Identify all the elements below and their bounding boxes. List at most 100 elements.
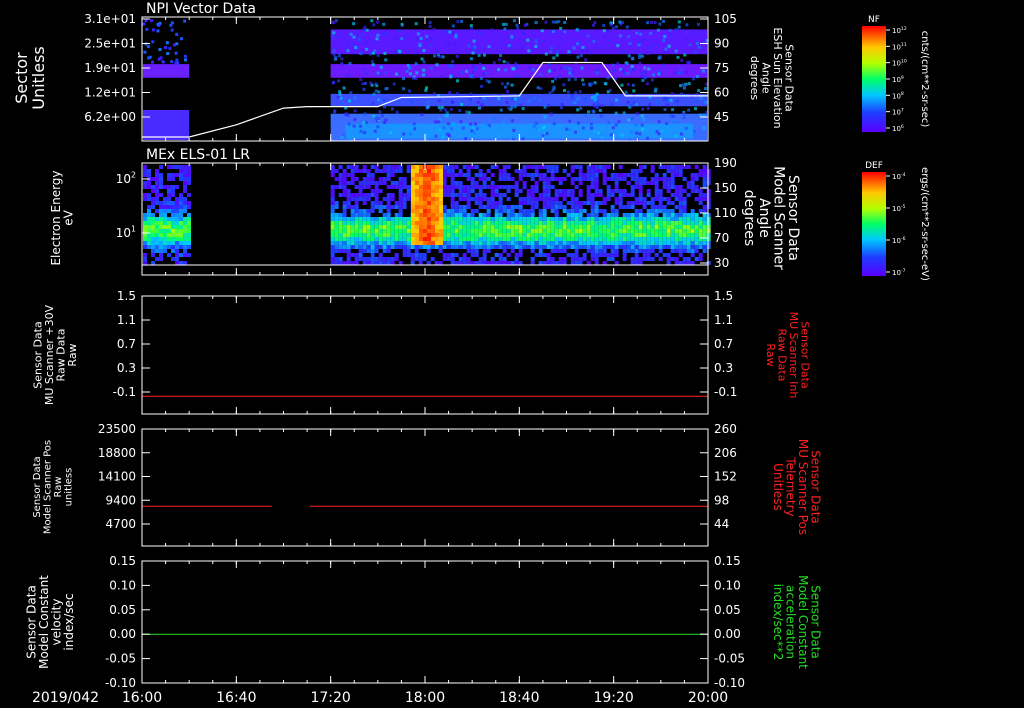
heatmap-cell	[183, 253, 187, 257]
heatmap-cell	[638, 177, 643, 181]
heatmap-cell	[642, 221, 647, 225]
heatmap-cell	[522, 245, 527, 249]
heatmap-cell	[423, 177, 427, 181]
heatmap-cell	[374, 201, 379, 205]
heatmap-cell	[183, 233, 187, 237]
heatmap-cell	[358, 213, 363, 217]
heatmap-cell	[415, 197, 419, 201]
heatmap-speck	[606, 29, 610, 33]
heatmap-cell	[143, 165, 147, 169]
heatmap-cell	[502, 165, 507, 169]
heatmap-cell	[690, 177, 695, 181]
heatmap-cell	[642, 181, 647, 185]
heatmap-cell	[382, 197, 387, 201]
heatmap-cell	[546, 177, 551, 181]
heatmap-speck	[428, 24, 432, 28]
heatmap-cell	[502, 257, 507, 261]
heatmap-speck	[669, 33, 673, 37]
heatmap-cell	[406, 193, 411, 197]
heatmap-speck	[635, 131, 639, 135]
heatmap-cell	[634, 201, 639, 205]
heatmap-cell	[478, 257, 483, 261]
heatmap-cell	[550, 233, 555, 237]
heatmap-cell	[394, 245, 399, 249]
heatmap-speck	[472, 39, 476, 43]
heatmap-cell	[470, 245, 475, 249]
heatmap-cell	[586, 233, 591, 237]
heatmap-cell	[482, 185, 487, 189]
heatmap-cell	[462, 205, 467, 209]
heatmap-cell	[490, 257, 495, 261]
time-tick-label: 18:40	[499, 690, 539, 706]
heatmap-cell	[478, 193, 483, 197]
heatmap-cell	[362, 257, 367, 261]
heatmap-cell	[427, 237, 431, 241]
heatmap-speck	[693, 130, 697, 134]
heatmap-cell	[670, 245, 675, 249]
heatmap-cell	[594, 185, 599, 189]
heatmap-cell	[382, 261, 387, 265]
heatmap-cell	[406, 225, 411, 229]
heatmap-cell	[442, 205, 447, 209]
heatmap-speck	[506, 82, 510, 86]
heatmap-cell	[706, 197, 711, 201]
heatmap-cell	[706, 229, 711, 233]
heatmap-cell	[674, 165, 679, 169]
heatmap-cell	[423, 233, 427, 237]
heatmap-cell	[466, 257, 471, 261]
heatmap-cell	[458, 221, 463, 225]
heatmap-cell	[578, 221, 583, 225]
heatmap-cell	[362, 249, 367, 253]
heatmap-cell	[594, 229, 599, 233]
heatmap-cell	[666, 221, 671, 225]
heatmap-speck	[630, 64, 634, 68]
heatmap-speck	[614, 123, 618, 127]
heatmap-cell	[439, 189, 443, 193]
heatmap-speck	[574, 91, 578, 95]
heatmap-cell	[419, 169, 423, 173]
heatmap-cell	[598, 229, 603, 233]
heatmap-cell	[147, 173, 151, 177]
heatmap-cell	[554, 261, 559, 265]
heatmap-speck	[143, 50, 147, 54]
heatmap-cell	[354, 213, 359, 217]
heatmap-cell	[187, 221, 191, 225]
heatmap-speck	[354, 46, 358, 50]
heatmap-speck	[406, 33, 410, 37]
heatmap-speck	[434, 134, 438, 138]
heatmap-cell	[698, 173, 703, 177]
heatmap-cell	[187, 181, 191, 185]
heatmap-cell	[614, 217, 619, 221]
heatmap-cell	[350, 241, 355, 245]
heatmap-speck	[433, 54, 437, 58]
heatmap-cell	[350, 237, 355, 241]
heatmap-speck	[362, 67, 366, 71]
heatmap-cell	[187, 205, 191, 209]
heatmap-cell	[682, 205, 687, 209]
heatmap-cell	[598, 201, 603, 205]
heatmap-speck	[357, 35, 361, 39]
heatmap-cell	[666, 217, 671, 221]
heatmap-cell	[522, 181, 527, 185]
heatmap-cell	[334, 233, 339, 237]
heatmap-cell	[470, 185, 475, 189]
heatmap-cell	[650, 237, 655, 241]
heatmap-cell	[470, 177, 475, 181]
heatmap-cell	[382, 257, 387, 261]
heatmap-cell	[346, 193, 351, 197]
heatmap-cell	[187, 225, 191, 229]
heatmap-speck	[180, 37, 184, 41]
heatmap-cell	[370, 189, 375, 193]
heatmap-cell	[662, 185, 667, 189]
heatmap-cell	[630, 261, 635, 265]
y2-tick-label: 70	[714, 231, 729, 245]
heatmap-speck	[519, 103, 523, 107]
heatmap-cell	[438, 249, 443, 253]
heatmap-cell	[658, 193, 663, 197]
heatmap-cell	[350, 233, 355, 237]
heatmap-speck	[572, 46, 576, 50]
heatmap-cell	[366, 249, 371, 253]
heatmap-cell	[431, 181, 435, 185]
heatmap-cell	[431, 177, 435, 181]
heatmap-cell	[151, 221, 155, 225]
